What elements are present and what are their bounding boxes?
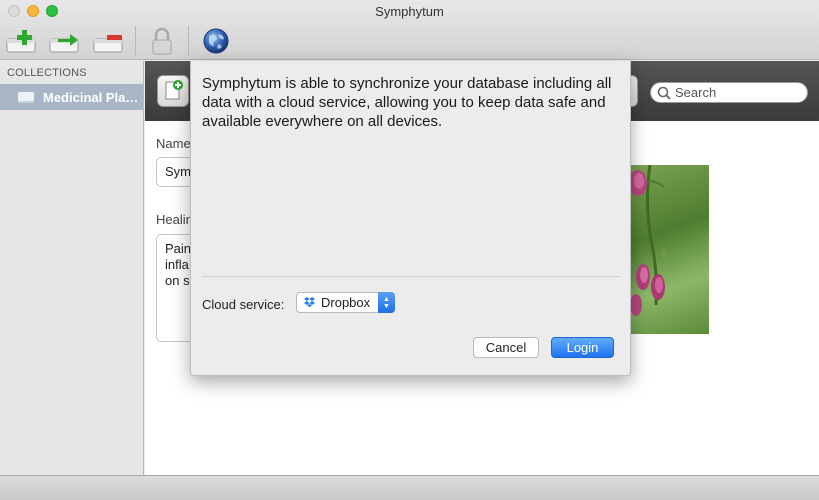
toolbar-separator [135,26,136,56]
sync-button[interactable] [200,26,232,56]
search-icon [657,86,671,100]
dialog-message: Symphytum is able to synchronize your da… [202,75,612,130]
add-collection-icon [6,30,36,53]
status-bar [0,475,819,500]
delete-collection-icon [93,35,123,53]
new-record-button[interactable] [157,75,189,107]
window-title: Symphytum [375,4,444,19]
healing-field-label: Healin [156,212,193,227]
globe-icon [203,28,229,54]
cancel-button[interactable]: Cancel [473,337,539,358]
cloud-sync-dialog: Symphytum is able to synchronize your da… [190,61,631,376]
search-input[interactable] [675,85,795,100]
lock-icon [152,27,172,55]
add-collection-button[interactable] [5,26,39,56]
cloud-service-value: Dropbox [321,295,371,310]
collections-sidebar: COLLECTIONS Medicinal Plan... [0,61,144,475]
plant-photo[interactable] [630,165,709,334]
toolbar-separator [188,26,189,56]
window-titlebar: Symphytum [0,0,819,60]
cloud-service-label: Cloud service: [202,297,285,312]
dialog-divider [202,276,620,277]
sidebar-item-medicinal-plants[interactable]: Medicinal Plan... [0,84,143,110]
collection-icon [18,91,34,103]
lock-button[interactable] [148,26,176,56]
cloud-service-select[interactable]: Dropbox ▲ ▼ [296,292,395,313]
login-button[interactable]: Login [551,337,614,358]
comfrey-flower-image [630,165,667,316]
sidebar-header: COLLECTIONS [7,67,87,79]
delete-collection-button[interactable] [92,26,126,56]
sidebar-item-label: Medicinal Plan... [43,89,139,105]
dropbox-icon [304,295,315,310]
name-field-label: Name [156,136,191,151]
new-record-icon [165,80,183,100]
duplicate-collection-button[interactable] [48,26,82,56]
duplicate-collection-icon [49,34,79,53]
chevron-updown-icon: ▲ ▼ [378,292,395,313]
search-field[interactable] [650,82,808,103]
